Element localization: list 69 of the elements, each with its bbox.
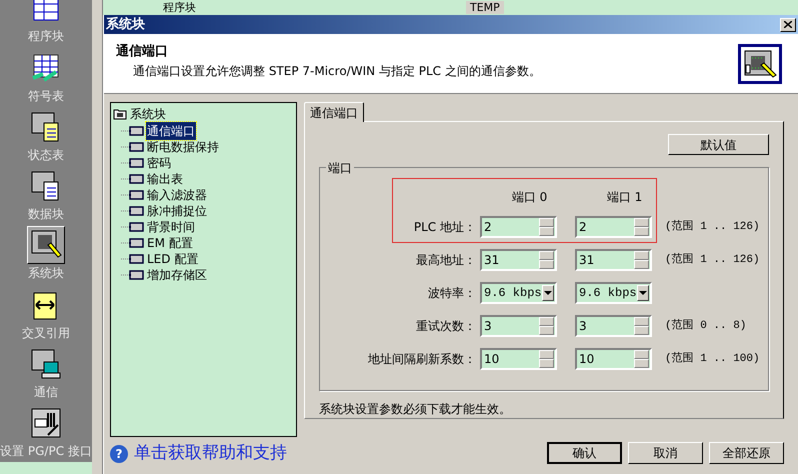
field-label: 重试次数： xyxy=(415,318,477,335)
module-icon xyxy=(121,270,145,280)
tree-item[interactable]: LED 配置 xyxy=(146,250,200,268)
spinner-icon[interactable] xyxy=(634,350,649,368)
module-icon xyxy=(121,158,145,168)
spin-field[interactable]: 3 xyxy=(575,314,652,337)
column-header: 端口 0 xyxy=(510,189,548,206)
spinner-icon[interactable] xyxy=(539,218,554,236)
plc-pencil-icon xyxy=(743,49,777,79)
range-text: (范围 1 .. 126) xyxy=(665,219,760,235)
dialog-button[interactable]: 确认 xyxy=(547,442,622,464)
module-icon xyxy=(121,254,145,264)
folder-icon xyxy=(113,108,127,120)
note-text: 系统块设置参数必须下载才能生效。 xyxy=(319,401,512,418)
spinner-icon[interactable] xyxy=(634,316,649,335)
help-icon: ? xyxy=(110,444,128,463)
spin-field[interactable]: 31 xyxy=(575,248,652,271)
table-cell: TEMP xyxy=(466,1,504,14)
tree-item[interactable]: 密码 xyxy=(146,154,172,172)
tree-item[interactable]: 输出表 xyxy=(146,170,184,188)
tree-item[interactable]: 脉冲捕捉位 xyxy=(146,202,208,220)
dropdown-field[interactable]: 9.6 kbps xyxy=(480,282,557,304)
spinner-icon[interactable] xyxy=(634,250,649,269)
spinner-icon[interactable] xyxy=(634,218,649,236)
header-title: 通信端口 xyxy=(116,43,169,61)
spin-field[interactable]: 31 xyxy=(480,248,557,271)
default-button[interactable]: 默认值 xyxy=(668,134,769,156)
help-link[interactable]: 单击获取帮助和支持 xyxy=(134,441,287,466)
spinner-icon[interactable] xyxy=(539,350,554,368)
module-icon xyxy=(121,238,145,248)
tree-item[interactable]: 断电数据保持 xyxy=(146,138,220,156)
range-text: (范围 1 .. 126) xyxy=(665,252,760,268)
close-button[interactable] xyxy=(780,18,796,32)
module-icon xyxy=(121,190,145,200)
tree-item[interactable]: 增加存储区 xyxy=(146,266,208,284)
module-icon xyxy=(121,222,145,232)
dialog-button[interactable]: 全部还原 xyxy=(709,442,784,464)
module-icon xyxy=(121,142,145,152)
field-label: PLC 地址： xyxy=(412,218,477,236)
dialog-button[interactable]: 取消 xyxy=(628,442,703,464)
plc-computer-icon xyxy=(30,348,62,380)
spinner-icon[interactable] xyxy=(539,250,554,269)
spin-field[interactable]: 10 xyxy=(480,348,557,370)
spin-field[interactable]: 3 xyxy=(480,314,557,337)
field-label: 地址间隔刷新系数： xyxy=(367,350,477,368)
tree-item[interactable]: 输入滤波器 xyxy=(146,186,208,204)
window-title: 系统块 xyxy=(106,16,145,34)
tree-item[interactable]: EM 配置 xyxy=(146,234,194,252)
tree-item[interactable]: 背景时间 xyxy=(146,218,196,236)
column-header: 端口 1 xyxy=(606,189,644,206)
close-icon xyxy=(784,21,792,28)
module-icon xyxy=(121,174,145,184)
range-text: (范围 0 .. 8) xyxy=(665,318,746,334)
spinner-icon[interactable] xyxy=(539,316,554,335)
header-description: 通信端口设置允许您调整 STEP 7-Micro/WIN 与指定 PLC 之间的通信参数。 xyxy=(132,62,541,80)
tree-item: 程序块 xyxy=(163,1,196,14)
module-icon xyxy=(121,206,145,216)
tree-item[interactable]: 通信端口 xyxy=(146,122,196,140)
spin-field[interactable]: 10 xyxy=(575,348,652,370)
dropdown-field[interactable]: 9.6 kbps xyxy=(575,282,652,304)
spin-field[interactable]: 2 xyxy=(480,216,557,238)
tab[interactable]: 通信端口 xyxy=(304,102,364,122)
field-label: 波特率： xyxy=(427,284,477,302)
interface-icon xyxy=(30,407,62,439)
field-label: 最高地址： xyxy=(415,252,477,269)
module-icon xyxy=(121,126,145,136)
spin-field[interactable]: 2 xyxy=(575,216,652,238)
range-text: (范围 1 .. 100) xyxy=(665,351,760,367)
tree-root[interactable]: 系统块 xyxy=(130,105,166,123)
